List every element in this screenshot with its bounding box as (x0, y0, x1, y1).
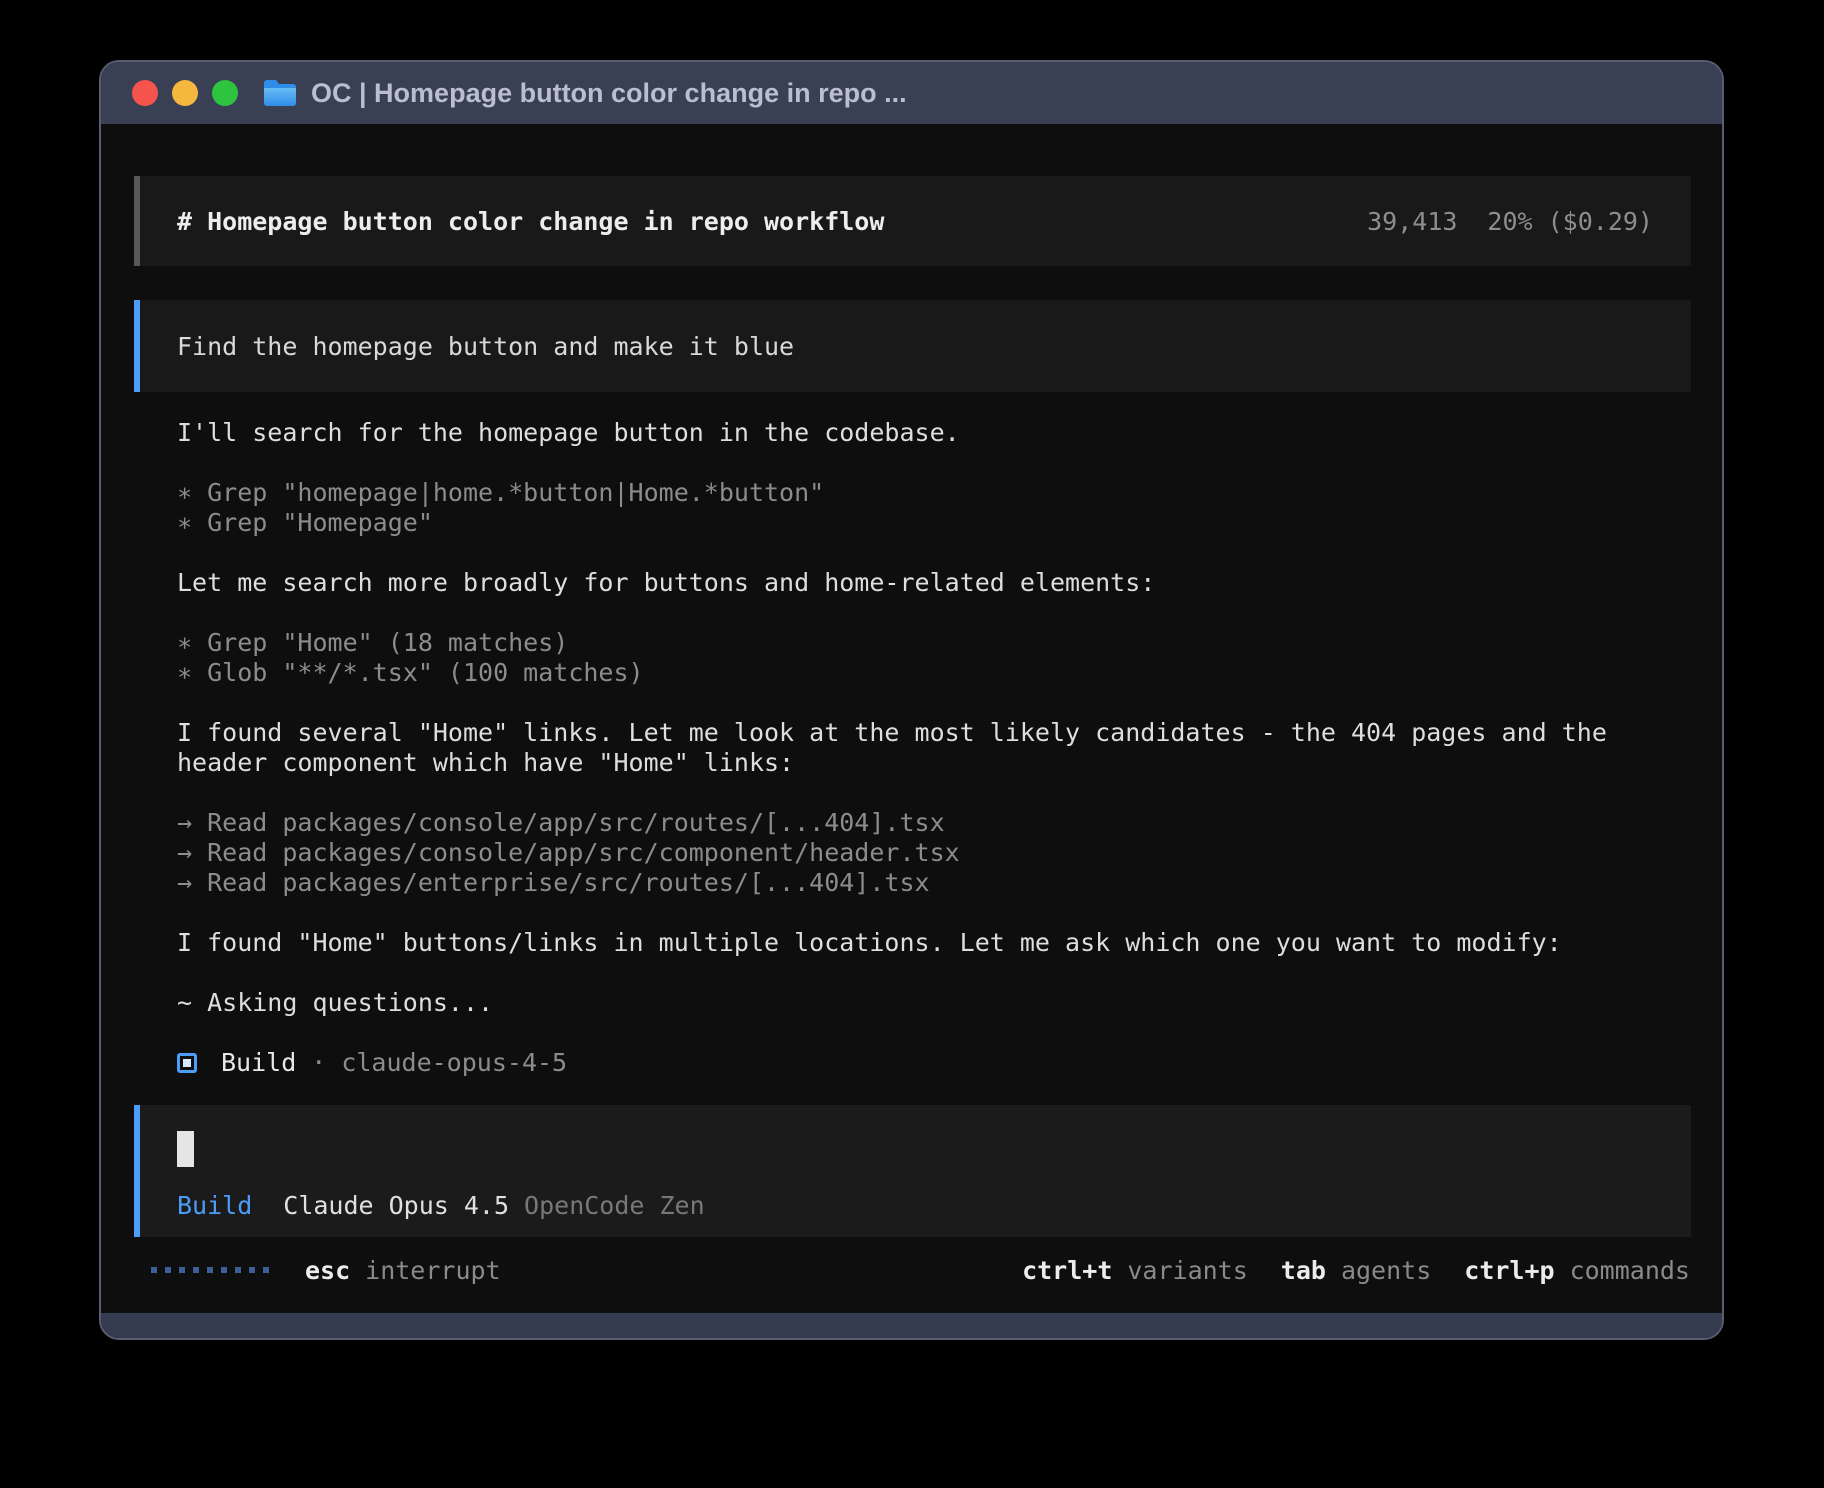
agent-build-icon (177, 1053, 197, 1073)
hint-key: ctrl+t (1022, 1256, 1112, 1285)
agent-separator: · (311, 1048, 326, 1078)
hint-variants: ctrl+t variants (1022, 1256, 1248, 1285)
spinner-icon (151, 1267, 269, 1273)
zoom-button[interactable] (212, 80, 238, 106)
minimize-button[interactable] (172, 80, 198, 106)
folder-icon (262, 79, 298, 107)
hint-agents: tab agents (1281, 1256, 1431, 1285)
hint-key: tab (1281, 1256, 1326, 1285)
assistant-paragraph: I found "Home" buttons/links in multiple… (177, 928, 1691, 958)
status-left: esc interrupt (151, 1256, 501, 1285)
session-header: # Homepage button color change in repo w… (134, 176, 1691, 266)
agent-status-row: Build · claude-opus-4-5 (177, 1048, 1691, 1078)
esc-label: interrupt (365, 1256, 500, 1285)
session-stats: 39,413 20% ($0.29) (1367, 207, 1653, 236)
file-read-group: → Read packages/console/app/src/routes/[… (177, 808, 1691, 898)
session-title: # Homepage button color change in repo w… (177, 207, 884, 236)
flex-spacer (134, 1078, 1691, 1105)
file-read-line: → Read packages/enterprise/src/routes/[.… (177, 868, 1691, 898)
tool-call-group: ∗ Grep "homepage|home.*button|Home.*butt… (177, 478, 1691, 538)
conversation-log: I'll search for the homepage button in t… (134, 418, 1691, 1078)
tool-call-group: ∗ Grep "Home" (18 matches) ∗ Glob "**/*.… (177, 628, 1691, 688)
assistant-paragraph: I found several "Home" links. Let me loo… (177, 718, 1691, 778)
provider-name: OpenCode Zen (524, 1191, 705, 1221)
hint-label: variants (1127, 1256, 1247, 1285)
esc-key: esc (305, 1256, 350, 1285)
hint-key: ctrl+p (1464, 1256, 1554, 1285)
context-usage: 20% ($0.29) (1487, 207, 1653, 236)
user-message-text: Find the homepage button and make it blu… (177, 332, 794, 361)
grep-tool-line: ∗ Grep "Homepage" (177, 508, 1691, 538)
input-meta: Build Claude Opus 4.5 OpenCode Zen (177, 1191, 1691, 1221)
token-count: 39,413 (1367, 207, 1457, 236)
file-read-line: → Read packages/console/app/src/routes/[… (177, 808, 1691, 838)
titlebar: OC | Homepage button color change in rep… (101, 62, 1722, 124)
agent-model: claude-opus-4-5 (341, 1048, 567, 1078)
glob-tool-line: ∗ Glob "**/*.tsx" (100 matches) (177, 658, 1691, 688)
user-message: Find the homepage button and make it blu… (134, 300, 1691, 392)
close-button[interactable] (132, 80, 158, 106)
file-read-line: → Read packages/console/app/src/componen… (177, 838, 1691, 868)
terminal-content: # Homepage button color change in repo w… (101, 124, 1722, 1313)
prompt-input[interactable]: Build Claude Opus 4.5 OpenCode Zen (134, 1105, 1691, 1237)
model-name: Claude Opus 4.5 (283, 1191, 509, 1221)
status-right: ctrl+t variants tab agents ctrl+p comman… (1022, 1256, 1690, 1285)
grep-tool-line: ∗ Grep "Home" (18 matches) (177, 628, 1691, 658)
assistant-status-line: ~ Asking questions... (177, 988, 1691, 1018)
assistant-paragraph: Let me search more broadly for buttons a… (177, 568, 1691, 598)
assistant-paragraph: I'll search for the homepage button in t… (177, 418, 1691, 448)
status-bar: esc interrupt ctrl+t variants tab agents… (134, 1237, 1691, 1313)
hint-label: agents (1341, 1256, 1431, 1285)
agent-name: Build (221, 1048, 296, 1078)
hint-label: commands (1570, 1256, 1690, 1285)
terminal-window: OC | Homepage button color change in rep… (99, 60, 1724, 1340)
hint-commands: ctrl+p commands (1464, 1256, 1690, 1285)
grep-tool-line: ∗ Grep "homepage|home.*button|Home.*butt… (177, 478, 1691, 508)
window-title: OC | Homepage button color change in rep… (311, 78, 907, 109)
agent-badge[interactable]: Build (177, 1191, 252, 1221)
input-cursor (177, 1131, 194, 1167)
window-bottom-frame (101, 1313, 1722, 1338)
